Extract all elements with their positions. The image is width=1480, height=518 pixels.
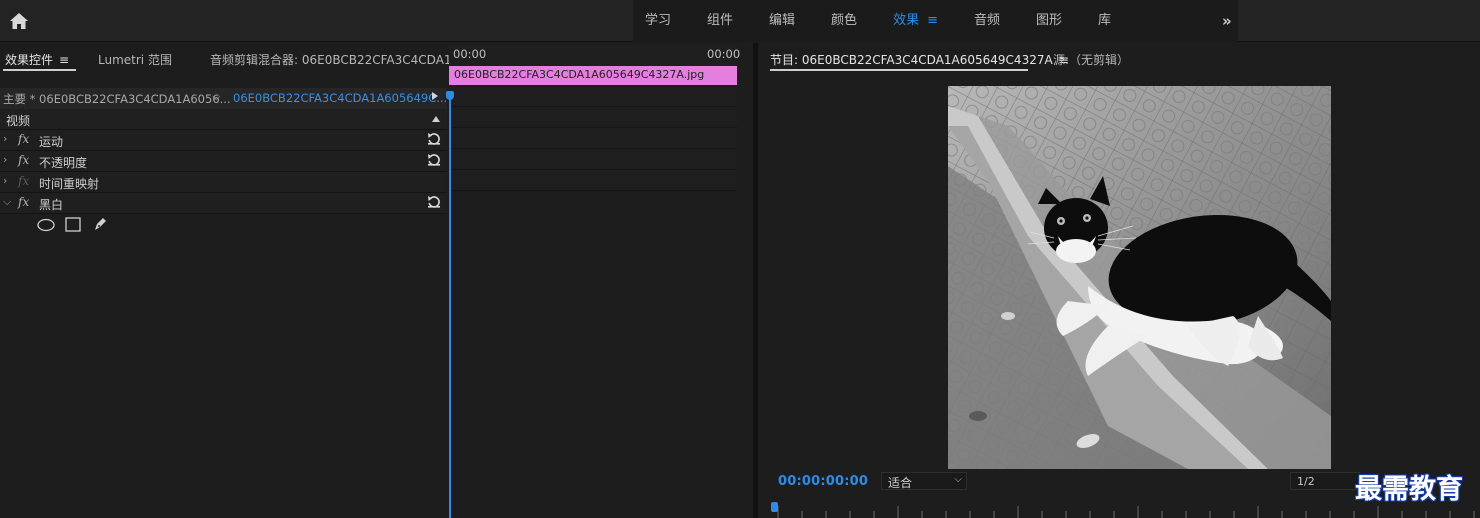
sequence-clip-label[interactable]: 06E0BCB22CFA3C4CDA1A605649C... <box>233 91 447 105</box>
effect-row[interactable]: › fx 运动 <box>0 130 447 151</box>
chevron-down-icon[interactable]: ⌵ <box>212 90 220 104</box>
video-frame <box>948 86 1331 469</box>
playhead-line[interactable] <box>449 93 451 518</box>
effect-list: 视频 › fx 运动 › fx 不透明度 › fx 时间重映射 ⌵ fx 黑白 <box>0 109 447 236</box>
show-timeline-toggle-icon[interactable] <box>432 92 438 100</box>
rectangle-mask-icon[interactable] <box>65 217 81 232</box>
effect-row[interactable]: › fx 时间重映射 <box>0 172 447 193</box>
fx-toggle-icon[interactable]: fx <box>18 153 29 167</box>
chevron-down-icon[interactable]: ⌵ <box>3 195 11 209</box>
home-icon[interactable] <box>8 11 30 31</box>
active-tab-indicator <box>770 69 1028 71</box>
timeline-lane <box>449 86 737 107</box>
tab-source[interactable]: 源:（无剪辑） <box>1053 51 1129 68</box>
playhead-timecode[interactable]: 00:00:00:00 <box>778 474 868 489</box>
master-clip-label[interactable]: 主要 * 06E0BCB22CFA3C4CDA1A6056... <box>3 91 231 107</box>
workspace-tab[interactable]: 颜色 <box>819 0 881 42</box>
workspace-menu-icon[interactable]: ≡ <box>927 13 938 28</box>
time-ruler[interactable]: 00:00 00:00 <box>449 45 740 66</box>
program-playhead-handle[interactable] <box>771 502 778 512</box>
tab-program[interactable]: 节目: 06E0BCB22CFA3C4CDA1A605649C4327A ≡ <box>770 51 1069 68</box>
workspace-tab[interactable]: 效果 ≡ <box>881 0 962 42</box>
panel-menu-icon[interactable]: ≡ <box>59 53 69 67</box>
effect-timeline: 00:00 00:00 06E0BCB22CFA3C4CDA1A605649C4… <box>449 45 740 215</box>
program-monitor: 节目: 06E0BCB22CFA3C4CDA1A605649C4327A ≡ 源:… <box>758 43 1480 518</box>
tab-lumetri-scopes[interactable]: Lumetri 范围 <box>98 51 172 68</box>
fx-toggle-icon[interactable]: fx <box>18 174 29 188</box>
workspace-tab[interactable]: 库 <box>1086 0 1135 42</box>
reset-icon[interactable] <box>426 194 442 210</box>
video-section-header: 视频 <box>0 109 447 130</box>
more-workspaces-icon[interactable]: » <box>1222 12 1232 30</box>
ellipse-mask-icon[interactable] <box>37 218 55 232</box>
workspace-tab[interactable]: 音频 <box>962 0 1024 42</box>
workspace-tab[interactable]: 学习 <box>633 0 695 42</box>
fx-toggle-icon[interactable]: fx <box>18 195 29 209</box>
workspace-tab[interactable]: 图形 <box>1024 0 1086 42</box>
playhead-handle[interactable] <box>446 91 454 100</box>
cat-photo <box>948 86 1331 469</box>
clip-bar[interactable]: 06E0BCB22CFA3C4CDA1A605649C4327A.jpg <box>449 66 737 85</box>
active-tab-indicator <box>3 69 76 71</box>
chevron-right-icon[interactable]: › <box>3 174 7 187</box>
reset-icon[interactable] <box>426 152 442 168</box>
workspace-tab[interactable]: 编辑 <box>757 0 819 42</box>
timeline-lane <box>449 170 737 191</box>
playback-resolution-select[interactable]: 1/2 <box>1290 472 1360 490</box>
workspace-bar: 学习 组件 编辑 颜色 效果 ≡ 音频 图形库 » <box>0 0 1480 42</box>
workspace-tabs: 学习 组件 编辑 颜色 效果 ≡ 音频 图形库 <box>633 0 1238 42</box>
pen-mask-icon[interactable] <box>92 216 108 232</box>
fx-toggle-icon[interactable]: fx <box>18 132 29 146</box>
timeline-lane <box>449 149 737 170</box>
chevron-down-icon: ⌵ <box>954 474 962 485</box>
clip-selector: 主要 * 06E0BCB22CFA3C4CDA1A6056... ⌵ 06E0B… <box>0 88 447 109</box>
effect-row[interactable]: ⌵ fx 黑白 <box>0 193 447 214</box>
timeline-lane <box>449 128 737 149</box>
chevron-right-icon[interactable]: › <box>3 132 7 145</box>
timeline-lane <box>449 107 737 128</box>
mask-tools <box>0 214 447 236</box>
effect-row[interactable]: › fx 不透明度 <box>0 151 447 172</box>
zoom-fit-select[interactable]: 适合 ⌵ <box>881 472 967 490</box>
reset-icon[interactable] <box>426 131 442 147</box>
workspace-tab[interactable]: 组件 <box>695 0 757 42</box>
collapse-up-icon[interactable] <box>432 116 440 122</box>
tab-effect-controls[interactable]: 效果控件 ≡ <box>5 51 69 68</box>
watermark: 最需教育 <box>1355 474 1463 505</box>
chevron-right-icon[interactable]: › <box>3 153 7 166</box>
